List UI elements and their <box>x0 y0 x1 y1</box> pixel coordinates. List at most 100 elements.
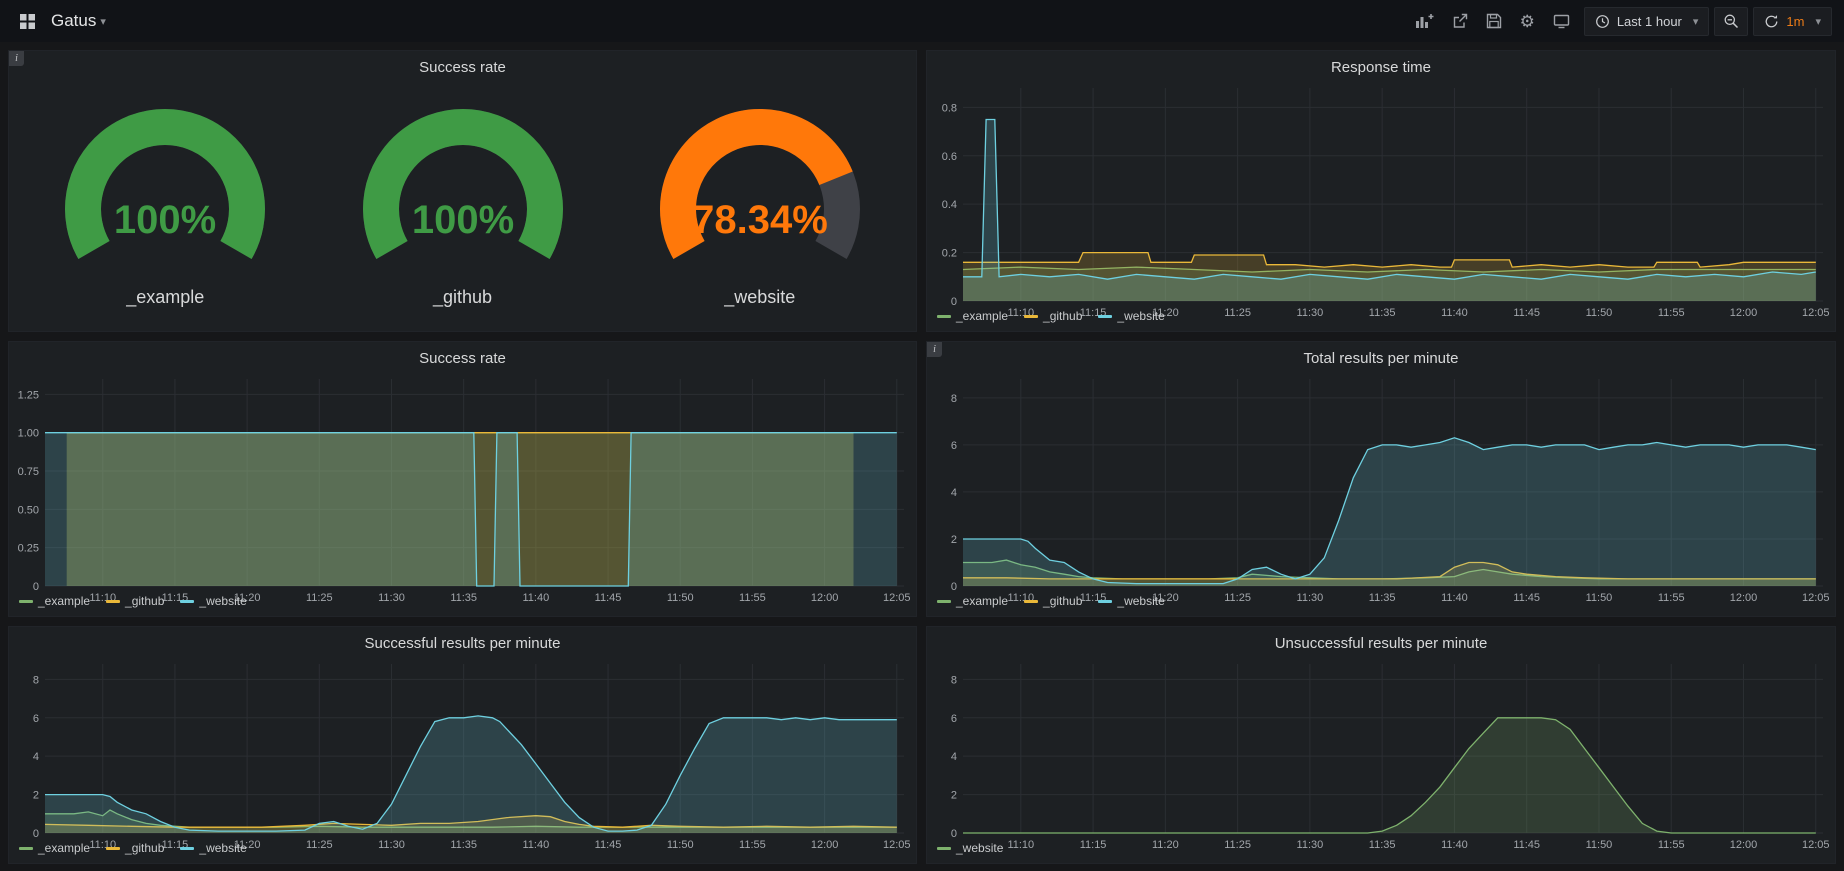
y-tick-label: 0.50 <box>18 504 39 516</box>
y-tick-label: 1.00 <box>18 428 39 440</box>
y-tick-label: 6 <box>33 713 39 725</box>
legend-item-_github[interactable]: _github <box>1024 594 1082 608</box>
legend-item-_website[interactable]: _website <box>180 841 246 855</box>
legend-swatch-icon <box>106 600 120 603</box>
cycle-view-button[interactable] <box>1544 9 1579 33</box>
legend-label: _example <box>956 309 1008 323</box>
y-tick-label: 2 <box>951 534 957 546</box>
chevron-down-icon: ▾ <box>1693 15 1699 28</box>
panel-title[interactable]: Total results per minute <box>927 342 1835 369</box>
legend-swatch-icon <box>1024 600 1038 603</box>
legend-response-time: _example _github _website <box>927 307 1835 331</box>
chart-total-results[interactable]: 11:1011:1511:2011:2511:3011:3511:4011:45… <box>927 369 1835 592</box>
legend-swatch-icon <box>19 600 33 603</box>
legend-label: _website <box>1117 309 1164 323</box>
y-tick-label: 4 <box>951 751 957 763</box>
dashboard-title: Gatus <box>51 11 96 31</box>
legend-swatch-icon <box>1098 315 1112 318</box>
legend-item-_website[interactable]: _website <box>1098 309 1164 323</box>
apps-grid-icon <box>19 13 36 30</box>
legend-label: _website <box>199 594 246 608</box>
save-icon <box>1486 13 1502 29</box>
legend-swatch-icon <box>1024 315 1038 318</box>
gauge-value-text: 78.34% <box>692 198 828 242</box>
save-dashboard-button[interactable] <box>1477 9 1511 33</box>
chart-svg-success_rate: 11:1011:1511:2011:2511:3011:3511:4011:45… <box>9 369 916 606</box>
dashboard-grid: i Success rate 100% _example 100% _github 78… <box>0 42 1844 871</box>
time-range-label: Last 1 hour <box>1617 14 1682 29</box>
legend-label: _example <box>38 841 90 855</box>
time-range-picker[interactable]: Last 1 hour ▾ <box>1584 7 1710 36</box>
legend-item-_github[interactable]: _github <box>1024 309 1082 323</box>
legend-item-_website[interactable]: _website <box>937 841 1003 855</box>
panel-title[interactable]: Success rate <box>9 342 916 369</box>
gauge-value-text: 100% <box>114 198 216 242</box>
gauge-arc-svg: 100% <box>322 101 604 285</box>
dashboard-settings-button[interactable]: ⚙ <box>1511 9 1544 34</box>
gauge-label: _website <box>724 287 795 308</box>
legend-unsuccessful-results: _website <box>927 839 1835 863</box>
y-tick-label: 6 <box>951 440 957 452</box>
chart-response-time[interactable]: 11:1011:1511:2011:2511:3011:3511:4011:45… <box>927 78 1835 307</box>
legend-success-rate: _example _github _website <box>9 592 916 616</box>
navbar-right: ⚙ Last 1 hour ▾ <box>1406 7 1832 36</box>
legend-item-_example[interactable]: _example <box>937 594 1008 608</box>
series-area-_website <box>45 433 897 586</box>
legend-item-_github[interactable]: _github <box>106 841 164 855</box>
navbar-left: Gatus ▾ <box>10 9 106 34</box>
dashboard-title-dropdown[interactable]: Gatus ▾ <box>51 11 106 31</box>
refresh-icon <box>1764 14 1779 29</box>
zoom-out-button[interactable] <box>1714 7 1748 36</box>
legend-label: _website <box>1117 594 1164 608</box>
y-tick-label: 0.8 <box>942 102 957 114</box>
legend-swatch-icon <box>937 600 951 603</box>
chart-svg-total_results: 11:1011:1511:2011:2511:3011:3511:4011:45… <box>927 369 1835 606</box>
y-tick-label: 0.6 <box>942 151 957 163</box>
panel-successful-results: Successful results per minute 11:1011:15… <box>8 626 917 864</box>
panel-title[interactable]: Success rate <box>9 51 916 78</box>
gauge-value-text: 100% <box>411 198 513 242</box>
legend-label: _github <box>1043 594 1082 608</box>
y-tick-label: 8 <box>951 393 957 405</box>
legend-swatch-icon <box>180 847 194 850</box>
legend-item-_website[interactable]: _website <box>180 594 246 608</box>
navbar: Gatus ▾ ⚙ <box>0 0 1844 42</box>
gauge-label: _github <box>433 287 492 308</box>
share-dashboard-button[interactable] <box>1443 9 1477 33</box>
chart-successful-results[interactable]: 11:1011:1511:2011:2511:3011:3511:4011:45… <box>9 654 916 839</box>
chart-success-rate[interactable]: 11:1011:1511:2011:2511:3011:3511:4011:45… <box>9 369 916 592</box>
legend-item-_website[interactable]: _website <box>1098 594 1164 608</box>
panel-title[interactable]: Response time <box>927 51 1835 78</box>
refresh-picker[interactable]: 1m ▾ <box>1753 7 1832 36</box>
legend-item-_example[interactable]: _example <box>19 594 90 608</box>
legend-label: _website <box>956 841 1003 855</box>
y-tick-label: 2 <box>33 790 39 802</box>
legend-label: _example <box>956 594 1008 608</box>
y-tick-label: 1.25 <box>18 389 39 401</box>
chart-unsuccessful-results[interactable]: 11:1011:1511:2011:2511:3011:3511:4011:45… <box>927 654 1835 839</box>
panel-info-icon[interactable]: i <box>927 342 942 357</box>
legend-item-_github[interactable]: _github <box>106 594 164 608</box>
chart-svg-successful_results: 11:1011:1511:2011:2511:3011:3511:4011:45… <box>9 654 916 853</box>
panel-info-icon[interactable]: i <box>9 51 24 66</box>
panel-title[interactable]: Successful results per minute <box>9 627 916 654</box>
add-panel-icon <box>1415 13 1434 29</box>
gauge-row: 100%_example100%_github78.34%_website <box>9 78 916 331</box>
chart-svg-unsuccessful_results: 11:1011:1511:2011:2511:3011:3511:4011:45… <box>927 654 1835 853</box>
add-panel-button[interactable] <box>1406 9 1443 33</box>
legend-swatch-icon <box>1098 600 1112 603</box>
series-area-_website <box>45 716 897 833</box>
legend-item-_example[interactable]: _example <box>937 309 1008 323</box>
y-tick-label: 0.4 <box>942 199 957 211</box>
series-area-_website <box>963 718 1816 833</box>
legend-item-_example[interactable]: _example <box>19 841 90 855</box>
dashboard-picker-button[interactable] <box>10 9 45 34</box>
panel-title[interactable]: Unsuccessful results per minute <box>927 627 1835 654</box>
gear-icon: ⚙ <box>1520 13 1535 30</box>
chevron-down-icon: ▾ <box>100 15 106 28</box>
y-tick-label: 8 <box>951 674 957 686</box>
chart-svg-response_time: 11:1011:1511:2011:2511:3011:3511:4011:45… <box>927 78 1835 321</box>
panel-response-time: Response time 11:1011:1511:2011:2511:301… <box>926 50 1836 332</box>
legend-label: _github <box>125 594 164 608</box>
panel-success-rate-graph: Success rate 11:1011:1511:2011:2511:3011… <box>8 341 917 617</box>
